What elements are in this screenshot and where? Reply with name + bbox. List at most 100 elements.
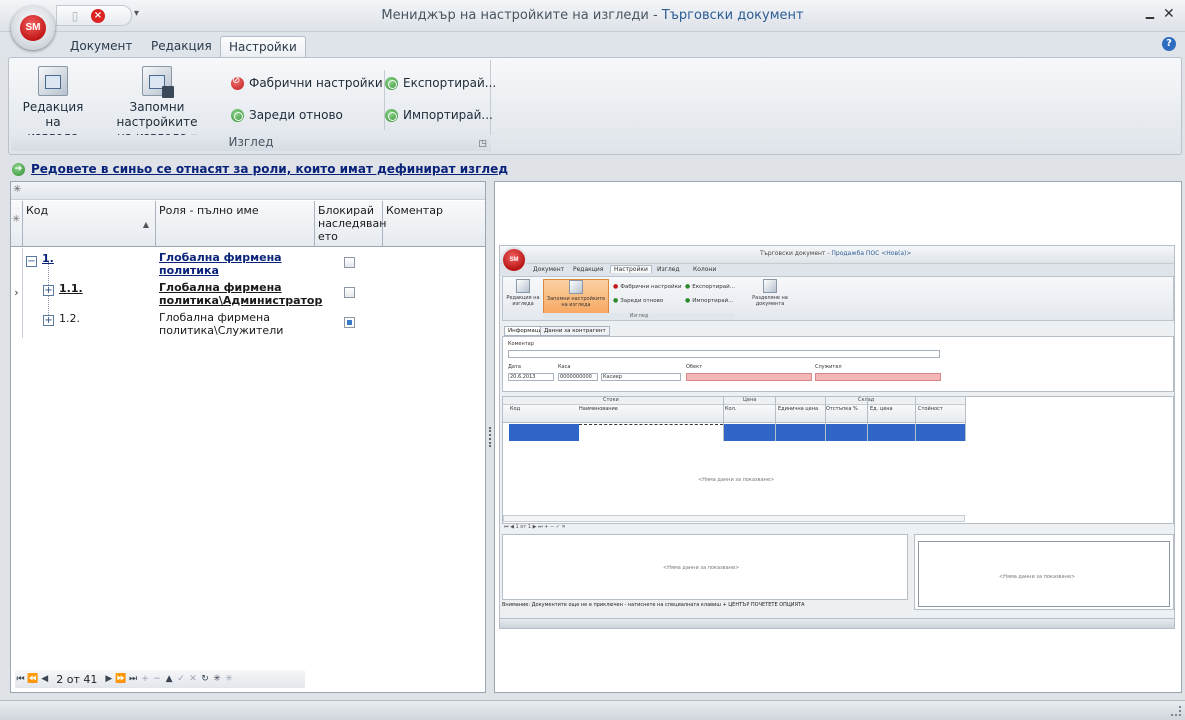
preview-navigator: ⏮ ◀ 1 от 1 ▶ ⏭ + − ✓ ✕ [502, 524, 1174, 533]
preview-input: 0000000000 [558, 373, 598, 381]
first-icon[interactable]: ⏮ [15, 674, 26, 684]
minimize-button[interactable]: 🗕 [1145, 6, 1155, 30]
preview-group-label: Изглед [543, 313, 735, 320]
bookmark-icon[interactable]: ✳ [212, 674, 223, 684]
preview-export: Експортирай... [685, 283, 735, 290]
expand-icon[interactable]: + [43, 285, 54, 296]
preview-tab: Колони [693, 266, 717, 273]
prev-page-icon[interactable]: ⏪ [27, 674, 38, 684]
save-view-button[interactable]: Запомни настройките на изгледа ▾ [93, 66, 221, 145]
block-label-2: наследяван [318, 217, 387, 230]
remove-icon[interactable]: − [152, 674, 163, 684]
tab-settings[interactable]: Настройки [220, 36, 306, 58]
info-line: ➔ Редовете в синьо се отнасят за роли, к… [12, 162, 508, 176]
edit-view-label-1: Редакция [22, 100, 84, 114]
row-code: 1.2. [59, 312, 80, 325]
collapse-icon[interactable]: − [26, 256, 37, 267]
window-title: Мениджър на настройките на изгледи - Тър… [381, 8, 804, 23]
current-row-icon[interactable]: › [11, 278, 23, 308]
filter-icon[interactable]: ✳ [11, 201, 23, 247]
preview-label: Коментар [508, 341, 534, 347]
expand-icon[interactable]: + [43, 315, 54, 326]
table-row[interactable]: + 1.2. Глобална фирмена политика\Служител… [11, 308, 485, 338]
edit-icon[interactable]: ▲ [164, 674, 175, 684]
block-checkbox[interactable] [344, 317, 355, 328]
import-button[interactable]: Импортирай... [385, 108, 493, 122]
ribbon-tabs: Документ Редакция Настройки ? [0, 32, 1185, 58]
append-icon[interactable]: + [140, 674, 151, 684]
preview-bottom-right: <Няма данни за показване> [914, 534, 1174, 610]
preview-hscroll [503, 515, 965, 522]
close-button[interactable]: ✕ [1163, 6, 1175, 22]
goto-bookmark-icon[interactable]: ✳ [224, 674, 235, 684]
ribbon-group-label: Изглед [11, 135, 491, 151]
preview-empty-text: <Няма данни за показване> [698, 477, 775, 483]
next-page-icon[interactable]: ⏩ [115, 674, 126, 684]
column-header-role[interactable]: Роля - пълно име [156, 201, 315, 247]
preview-input: 20.6.2013 [508, 373, 554, 381]
column-header-comment[interactable]: Коментар [383, 201, 485, 247]
view-preview-image: Търговски документ - Продажба ПОС <Нов(а… [499, 245, 1175, 629]
last-icon[interactable]: ⏭ [128, 674, 139, 684]
save-view-label-1: Запомни настройките [116, 100, 198, 129]
preview-label: Каса [558, 364, 571, 370]
group-panel: ✳ [11, 182, 485, 200]
row-code: 1.1. [59, 282, 83, 295]
preview-ribbon-button: Запомни настройките на изгледа [543, 279, 609, 317]
table-row[interactable]: − 1. Глобална фирмена политика [11, 248, 485, 278]
export-icon [385, 76, 398, 90]
refresh-icon[interactable]: ↻ [200, 674, 211, 684]
preview-form: Коментар Дата Каса Обект Служител 20.6.2… [502, 336, 1174, 392]
column-header-block-inheritance[interactable]: Блокирай наследяван ето [315, 201, 387, 247]
preview-input: Касиер [601, 373, 681, 381]
export-button[interactable]: Експортирай... [385, 76, 496, 90]
splitter-grip[interactable] [489, 427, 491, 447]
info-link[interactable]: Редовете в синьо се отнасят за роли, кои… [31, 162, 508, 176]
next-icon[interactable]: ▶ [103, 674, 114, 684]
factory-settings-icon [231, 75, 244, 90]
row-code: 1. [42, 252, 54, 265]
factory-settings-button[interactable]: Фабрични настройки [231, 75, 383, 90]
app-menu-button[interactable]: SM [11, 6, 55, 50]
splitter[interactable] [488, 181, 493, 693]
help-icon[interactable]: ? [1162, 37, 1176, 51]
preview-ribbon: Редакция на изгледа Запомни настройките … [502, 276, 1174, 321]
edit-view-button[interactable]: Редакция на изгледа [21, 66, 85, 145]
tab-document[interactable]: Документ [62, 36, 140, 58]
reload-label: Зареди отново [249, 108, 343, 122]
preview-ribbon-button: Редакция на изгледа [505, 279, 541, 307]
column-header-code-label: Код [26, 204, 49, 217]
preview-tab: Документ [533, 266, 565, 273]
end-edit-icon[interactable]: ✓ [176, 674, 187, 684]
block-checkbox[interactable] [344, 257, 355, 268]
row-selector[interactable] [11, 248, 23, 278]
reload-button[interactable]: Зареди отново [231, 108, 343, 122]
tab-edit[interactable]: Редакция [143, 36, 220, 58]
sort-asc-icon: ▲ [142, 220, 149, 229]
preview-note: Внимание: Документите още не е приключен… [502, 602, 805, 608]
view-preview-panel: Търговски документ - Продажба ПОС <Нов(а… [494, 181, 1182, 693]
preview-input [686, 373, 812, 381]
table-row[interactable]: › + 1.1. Глобална фирмена политика\Админ… [11, 278, 485, 308]
navigator-position: 2 от 41 [56, 672, 98, 686]
column-header-code[interactable]: Код ▲ [23, 201, 156, 247]
grid-header: ✳ Код ▲ Роля - пълно име Блокирай наслед… [11, 201, 485, 247]
block-checkbox[interactable] [344, 287, 355, 298]
import-label: Импортирай... [403, 108, 493, 122]
preview-doc-tab: Данни за контрагент [540, 326, 610, 336]
cancel-edit-icon[interactable]: ✕ [188, 674, 199, 684]
resize-grip-icon[interactable] [1171, 706, 1181, 716]
preview-grid-bands: Стоки Цена Склад [503, 397, 965, 405]
asterisk-icon: ✳ [13, 184, 22, 195]
ribbon: Редакция на изгледа Запомни настройките … [8, 57, 1182, 155]
roles-grid: ✳ ✳ Код ▲ Роля - пълно име Блокирай насл… [10, 181, 486, 693]
prev-icon[interactable]: ◀ [39, 674, 50, 684]
status-bar [0, 700, 1185, 720]
preview-input [815, 373, 941, 381]
row-role: Глобална фирмена политика\Администратор [159, 281, 323, 307]
app-logo: SM [20, 15, 46, 41]
preview-title-bar: Търговски документ - Продажба ПОС <Нов(а… [500, 246, 1174, 264]
row-role: Глобална фирмена политика [159, 251, 282, 277]
row-selector[interactable] [11, 308, 23, 338]
dialog-launcher-icon[interactable]: ◳ [478, 139, 487, 149]
